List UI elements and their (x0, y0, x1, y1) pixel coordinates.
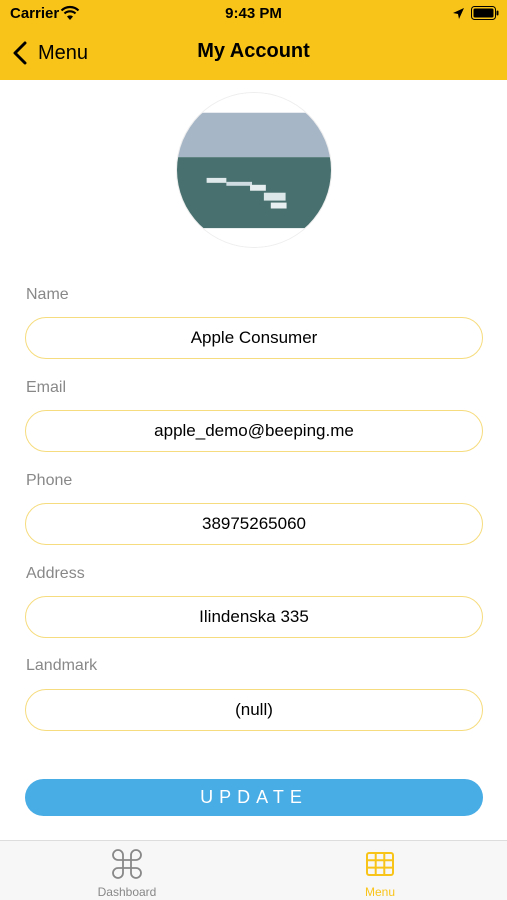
tab-dashboard-label: Dashboard (97, 885, 157, 899)
profile-photo-image (177, 93, 331, 247)
location-arrow-icon (453, 8, 464, 19)
profile-photo[interactable] (176, 92, 332, 248)
landmark-field[interactable] (25, 689, 483, 731)
command-icon (112, 849, 142, 879)
nav-header: Carrier 9:43 PM Menu My Account (0, 0, 507, 80)
battery-icon (471, 6, 499, 20)
grid-icon (366, 852, 394, 876)
status-time: 9:43 PM (225, 5, 282, 22)
tab-dashboard[interactable]: Dashboard (72, 849, 182, 899)
phone-label: Phone (26, 472, 73, 489)
landmark-label: Landmark (26, 657, 98, 674)
status-bar: Carrier 9:43 PM (0, 0, 507, 28)
phone-field[interactable] (25, 503, 483, 545)
tab-menu-label: Menu (364, 885, 396, 899)
email-label: Email (26, 379, 67, 396)
name-field[interactable] (25, 317, 483, 359)
tab-bar: Dashboard Menu (0, 840, 507, 900)
page-title: My Account (197, 40, 310, 62)
email-field[interactable] (25, 410, 483, 452)
address-label: Address (26, 565, 85, 582)
address-field[interactable] (25, 596, 483, 638)
tab-menu[interactable]: Menu (325, 849, 435, 899)
update-button[interactable]: UPDATE (25, 779, 483, 816)
name-label: Name (26, 286, 69, 303)
